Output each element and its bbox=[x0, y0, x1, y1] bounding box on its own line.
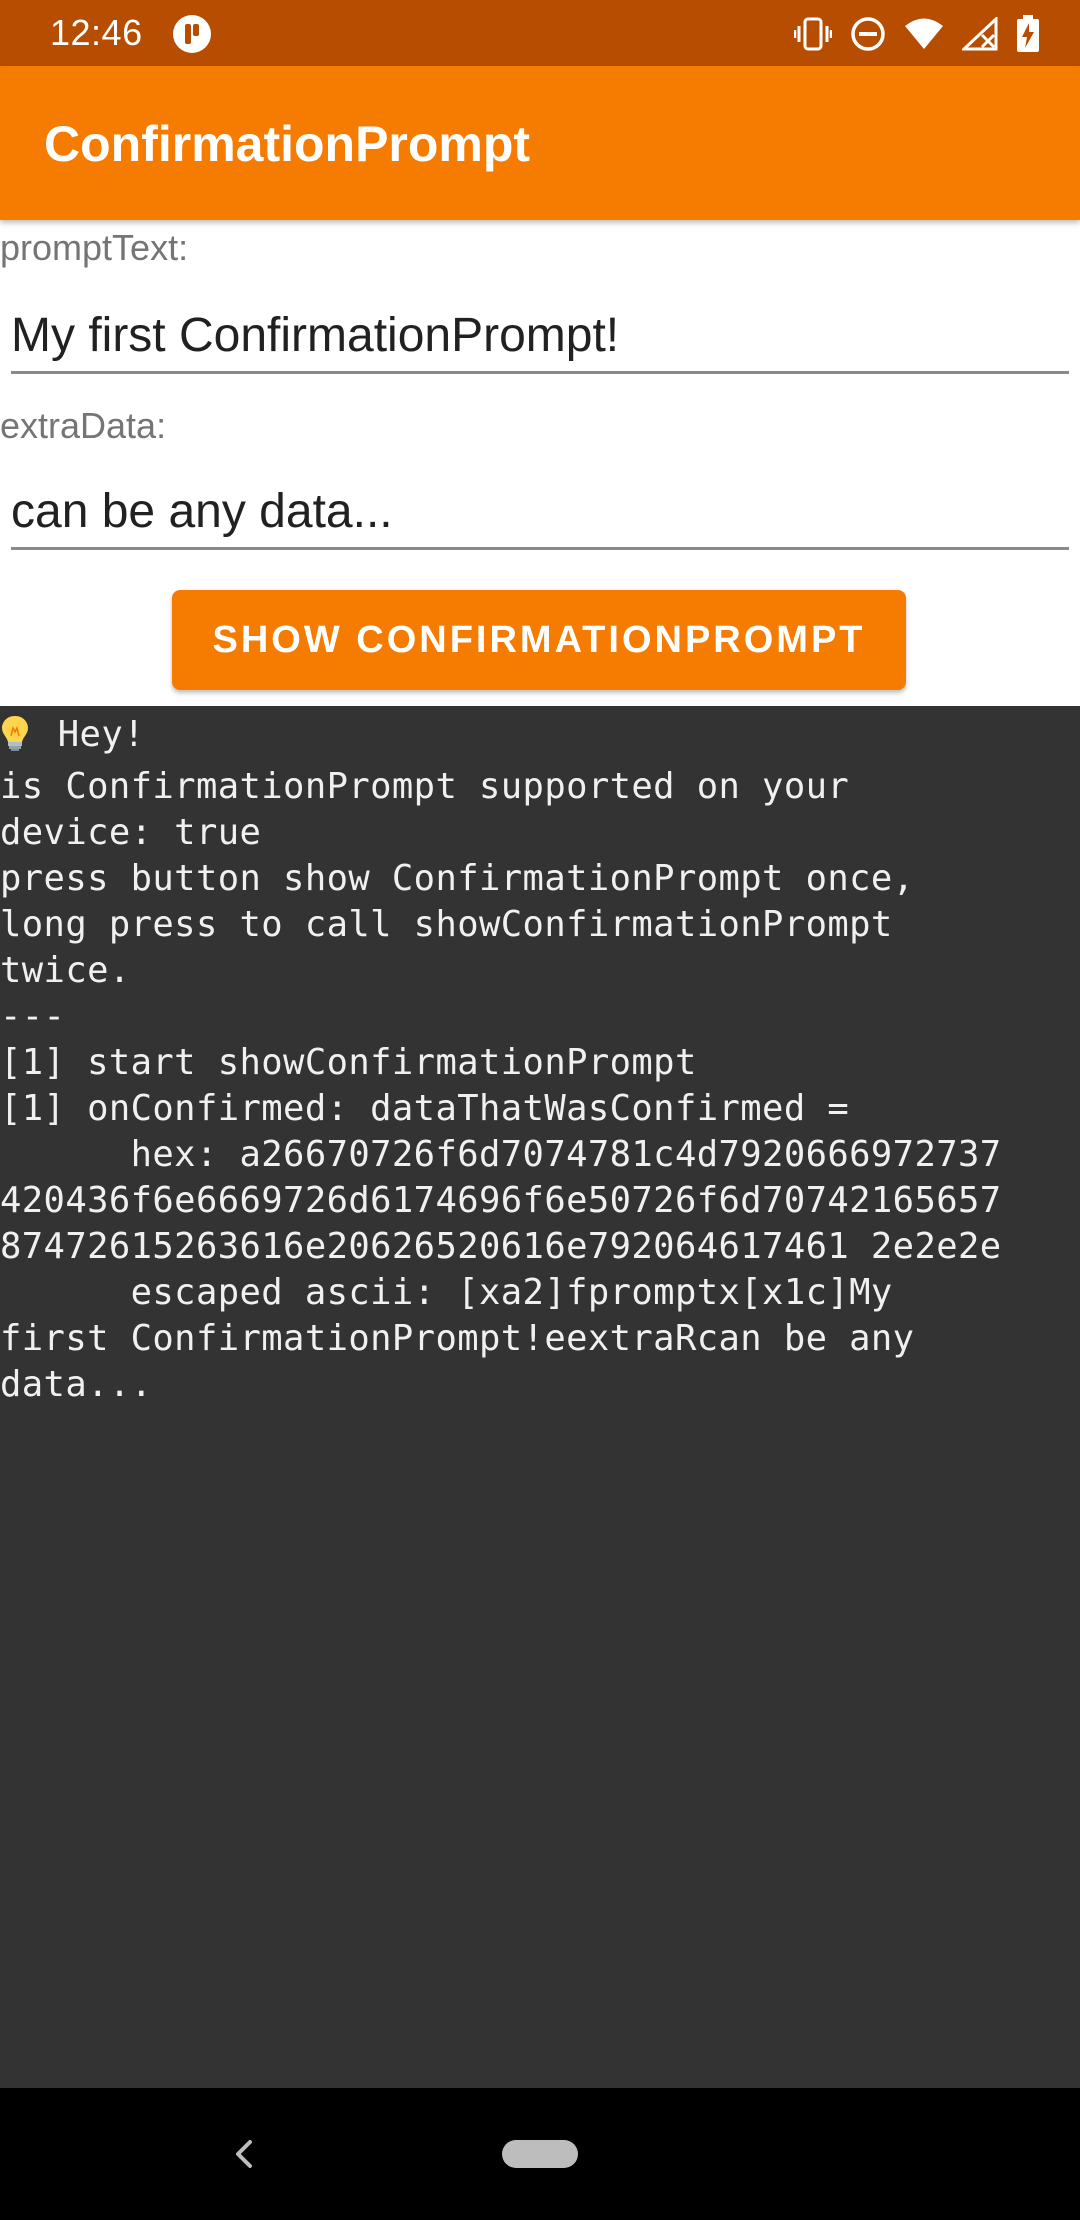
navigation-bar bbox=[0, 2088, 1080, 2220]
back-icon[interactable] bbox=[224, 2134, 264, 2174]
log-line: [1] onConfirmed: dataThatWasConfirmed = bbox=[0, 1088, 850, 1129]
log-line: [1] start showConfirmationPrompt bbox=[0, 1042, 697, 1083]
log-first-line-text: Hey! bbox=[36, 714, 145, 755]
log-line: escaped ascii: [xa2]fpromptx[x1c]My bbox=[0, 1272, 893, 1313]
cellular-no-signal-icon bbox=[962, 17, 998, 51]
vibrate-icon bbox=[794, 17, 832, 51]
log-text: Hey! is ConfirmationPrompt supported on … bbox=[0, 706, 1080, 1408]
log-console[interactable]: Hey! is ConfirmationPrompt supported on … bbox=[0, 706, 1080, 2088]
log-line: long press to call showConfirmationPromp… bbox=[0, 904, 893, 945]
log-line: first ConfirmationPrompt!eextraRcan be a… bbox=[0, 1318, 915, 1359]
status-time: 12:46 bbox=[50, 12, 143, 53]
log-line: device: true bbox=[0, 812, 262, 853]
wifi-icon bbox=[904, 17, 944, 51]
log-line: 420436f6e6669726d6174696f6e50726f6d70742… bbox=[0, 1180, 1002, 1221]
extra-data-input[interactable] bbox=[11, 476, 1069, 550]
app-title: ConfirmationPrompt bbox=[44, 116, 531, 172]
home-pill-button[interactable] bbox=[502, 2140, 578, 2168]
prompt-text-label: promptText: bbox=[0, 227, 189, 268]
log-line: 87472615263616e20626520616e792064617461 … bbox=[0, 1226, 1002, 1267]
screen: 12:46 ConfirmationPrompt promptText: My … bbox=[0, 0, 1080, 2220]
prompt-text-input[interactable] bbox=[11, 300, 1069, 374]
log-line: data... bbox=[0, 1364, 153, 1405]
app-notification-icon bbox=[172, 14, 212, 54]
log-line: press button show ConfirmationPrompt onc… bbox=[0, 858, 915, 899]
status-icons bbox=[794, 12, 1040, 56]
status-bar: 12:46 bbox=[0, 0, 1080, 66]
log-line: Hey! bbox=[0, 712, 1080, 764]
log-line: twice. bbox=[0, 950, 131, 991]
show-confirmation-prompt-button[interactable]: SHOW CONFIRMATIONPROMPT bbox=[172, 590, 906, 690]
lightbulb-icon bbox=[0, 714, 30, 764]
do-not-disturb-icon bbox=[850, 16, 886, 52]
app-bar: ConfirmationPrompt bbox=[0, 66, 1080, 220]
log-line: is ConfirmationPrompt supported on your bbox=[0, 766, 850, 807]
battery-charging-icon bbox=[1016, 15, 1040, 53]
log-line: --- bbox=[0, 996, 66, 1037]
log-line: hex: a26670726f6d7074781c4d7920666972737 bbox=[0, 1134, 1002, 1175]
extra-data-label: extraData: bbox=[0, 405, 167, 446]
